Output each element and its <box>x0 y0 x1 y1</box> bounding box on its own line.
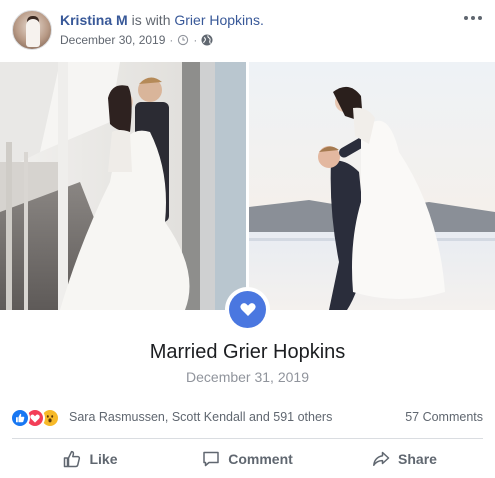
globe-icon[interactable] <box>201 34 213 46</box>
life-event-date: December 31, 2019 <box>186 369 309 385</box>
avatar-figure <box>26 19 40 47</box>
reactions-summary-row: Sara Rasmussen, Scott Kendall and 591 ot… <box>10 406 485 430</box>
reactors-summary-link[interactable]: Sara Rasmussen, Scott Kendall and 591 ot… <box>69 410 332 424</box>
like-reaction-icon <box>10 408 30 428</box>
photo-grid <box>0 62 495 310</box>
wedding-photo-snow[interactable] <box>249 62 495 310</box>
comments-count-link[interactable]: 57 Comments <box>405 410 483 424</box>
meta-separator: · <box>169 33 174 47</box>
heart-icon <box>239 303 256 316</box>
like-button[interactable]: Like <box>12 442 169 476</box>
life-event-title: Married Grier Hopkins <box>149 341 346 363</box>
comment-icon <box>203 451 219 467</box>
comment-button-label: Comment <box>228 451 293 467</box>
post-action-bar: Like Comment Share <box>12 442 483 476</box>
comment-button[interactable]: Comment <box>169 442 326 476</box>
wedding-photo-window[interactable] <box>0 62 246 310</box>
author-avatar[interactable] <box>12 10 52 50</box>
life-event-badge <box>225 287 270 332</box>
post-meta: December 30, 2019 · · <box>60 33 213 47</box>
actions-divider <box>12 438 483 439</box>
tagged-person-link[interactable]: Grier Hopkins. <box>174 12 263 28</box>
share-button[interactable]: Share <box>326 442 483 476</box>
post-header: Kristina M is with Grier Hopkins. Decemb… <box>0 0 495 60</box>
post-date-link[interactable]: December 30, 2019 <box>60 33 165 47</box>
with-text: is with <box>131 12 171 28</box>
like-button-label: Like <box>89 451 118 467</box>
post-title-line: Kristina M is with Grier Hopkins. <box>60 12 264 28</box>
author-name-link[interactable]: Kristina M <box>60 12 128 28</box>
reaction-icons[interactable] <box>10 408 66 428</box>
share-icon <box>373 451 390 466</box>
meta-separator-2: · <box>193 33 198 47</box>
more-options-icon[interactable] <box>461 8 485 28</box>
like-icon <box>64 450 81 468</box>
life-event-icon-circle <box>229 291 266 328</box>
clock-icon <box>178 34 189 46</box>
share-button-label: Share <box>398 451 437 467</box>
